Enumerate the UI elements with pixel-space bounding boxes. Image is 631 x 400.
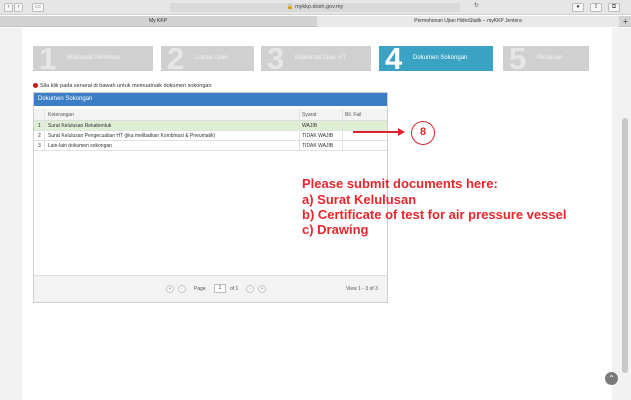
row-keterangan: Surat Kelulusan Pengecualian HT (jika me…: [48, 133, 216, 139]
scroll-top-button[interactable]: ⌃: [605, 372, 618, 385]
row-number: 2: [38, 133, 41, 139]
tabs-overview-icon[interactable]: ⧉: [608, 3, 620, 12]
new-tab-icon[interactable]: +: [620, 16, 631, 27]
last-page-button[interactable]: »: [258, 285, 266, 293]
tab-bar: My KKP Permohonan Ujian HidroStatik – my…: [0, 16, 631, 27]
annotation-line-3: b) Certificate of test for air pressure …: [302, 207, 567, 222]
step-5-perakuan[interactable]: 5 Perakuan: [503, 46, 589, 71]
step-label: Perakuan: [537, 55, 563, 61]
page-input[interactable]: 1: [214, 284, 226, 293]
step-number: 5: [509, 46, 527, 71]
lock-icon: 🔒: [286, 4, 294, 10]
panel-title: Dokumen Sokongan: [34, 93, 387, 106]
prev-page-button[interactable]: ‹: [178, 285, 186, 293]
required-dot-icon: [33, 83, 38, 88]
step-3-maklumat-ujian-ht[interactable]: 3 Maklumat Ujian HT: [261, 46, 371, 71]
column-bil-fail[interactable]: Bil. Fail: [345, 109, 361, 121]
annotation-line-4: c) Drawing: [302, 222, 369, 237]
address-bar[interactable]: 🔒 mykkp.dosh.gov.my: [170, 3, 460, 12]
forward-button[interactable]: ›: [14, 3, 23, 12]
tab-permohonan[interactable]: Permohonan Ujian HidroStatik – myKKP Jen…: [317, 16, 619, 27]
share-icon[interactable]: ⇪: [590, 3, 602, 12]
row-number: 3: [38, 143, 41, 149]
extension-icon[interactable]: ●: [572, 3, 584, 12]
row-keterangan: Lain-lain dokumen sokongan: [48, 143, 112, 149]
browser-toolbar: ‹ › ▭ 🔒 mykkp.dosh.gov.my ↻ ● ⇪ ⧉: [0, 0, 631, 15]
step-2-lokasi-ujian[interactable]: 2 Lokasi Ujian: [161, 46, 254, 71]
step-1-maklumat-pemohon[interactable]: 1 Maklumat Pemohon: [33, 46, 153, 71]
instruction-note: Sila klik pada senarai di bawah untuk me…: [33, 83, 212, 89]
step-label: Lokasi Ujian: [195, 55, 228, 61]
row-syarat: TIDAK WAJIB: [302, 143, 334, 149]
tab-my-kkp[interactable]: My KKP: [0, 16, 316, 27]
row-number: 1: [38, 123, 41, 129]
annotation-line-1: Please submit documents here:: [302, 176, 498, 191]
step-number: 2: [167, 46, 185, 71]
first-page-button[interactable]: «: [166, 285, 174, 293]
column-syarat[interactable]: Syarat: [302, 109, 316, 121]
pager: « ‹ Page 1 of 1 › » View 1 - 3 of 3: [34, 275, 387, 302]
reload-icon[interactable]: ↻: [472, 3, 481, 12]
annotation-arrow: [353, 131, 403, 133]
step-label: Maklumat Ujian HT: [295, 55, 347, 61]
table-row[interactable]: 3 Lain-lain dokumen sokongan TIDAK WAJIB: [34, 141, 387, 151]
step-label: Maklumat Pemohon: [67, 55, 121, 61]
address-text: mykkp.dosh.gov.my: [295, 4, 344, 10]
tab-title: My KKP: [148, 18, 168, 24]
annotation-line-2: a) Surat Kelulusan: [302, 192, 417, 207]
table-row[interactable]: 2 Surat Kelulusan Pengecualian HT (jika …: [34, 131, 387, 141]
row-syarat: TIDAK WAJIB: [302, 133, 334, 139]
table-row[interactable]: 1 Surat Kelulusan Rekabentuk WAJIB: [34, 121, 387, 131]
row-keterangan: Surat Kelulusan Rekabentuk: [48, 123, 112, 129]
step-number: 4: [385, 46, 403, 71]
step-number: 3: [267, 46, 285, 71]
next-page-button[interactable]: ›: [246, 285, 254, 293]
page-of-label: of 1: [230, 286, 239, 292]
callout-number: 8: [411, 121, 435, 145]
instruction-text: Sila klik pada senarai di bawah untuk me…: [40, 83, 212, 89]
step-4-dokumen-sokongan[interactable]: 4 Dokumen Sokongan: [379, 46, 493, 71]
column-keterangan[interactable]: Keterangan: [48, 109, 74, 121]
view-count: View 1 - 3 of 3: [346, 286, 378, 292]
table-header: [34, 109, 387, 121]
tab-title: Permohonan Ujian HidroStatik – myKKP Jen…: [414, 18, 522, 24]
column-divider: [44, 109, 45, 151]
sidebar-icon[interactable]: ▭: [32, 3, 44, 12]
back-button[interactable]: ‹: [4, 3, 13, 12]
column-divider: [342, 109, 343, 151]
row-syarat: WAJIB: [302, 123, 318, 129]
page-label: Page: [194, 286, 206, 292]
step-number: 1: [39, 46, 57, 71]
scrollbar[interactable]: [622, 118, 628, 373]
step-label: Dokumen Sokongan: [413, 55, 468, 61]
column-divider: [299, 109, 300, 151]
arrow-head-icon: [398, 128, 405, 136]
